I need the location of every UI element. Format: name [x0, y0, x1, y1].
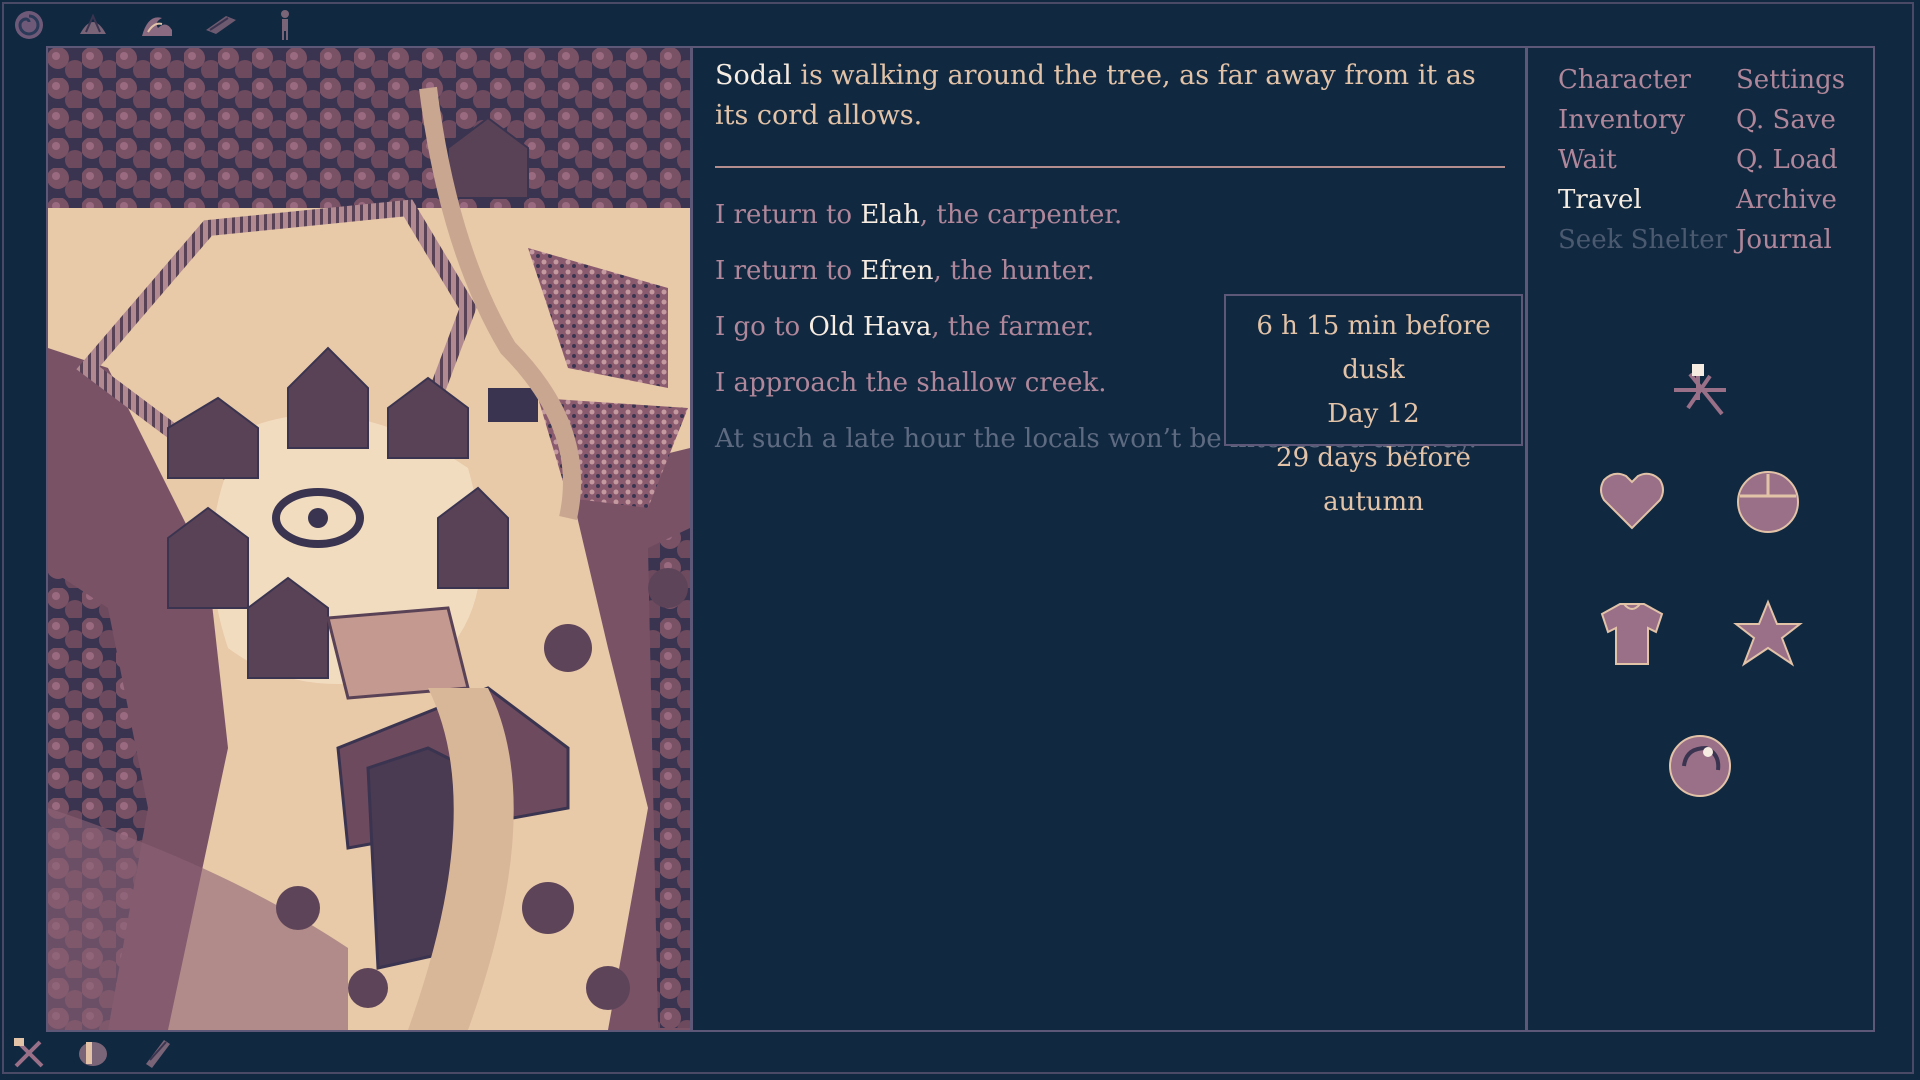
days-before-autumn: 29 days before autumn	[1276, 443, 1471, 517]
shell-icon[interactable]	[74, 6, 112, 44]
heart-icon[interactable]	[1594, 462, 1670, 538]
menu-character[interactable]: Character	[1558, 60, 1727, 100]
menu-wait[interactable]: Wait	[1558, 140, 1727, 180]
menu-quick-load[interactable]: Q. Load	[1736, 140, 1845, 180]
day-counter: Day 12	[1327, 399, 1420, 429]
panel-divider-left	[690, 48, 693, 1030]
bottom-icon-bar	[10, 1034, 176, 1072]
menu-journal[interactable]: Journal	[1736, 220, 1845, 260]
star-icon[interactable]	[1730, 596, 1806, 672]
menu-seek-shelter: Seek Shelter	[1558, 225, 1728, 255]
time-before-dusk: 6 h 15 min before dusk	[1256, 311, 1491, 385]
menu-travel[interactable]: Travel	[1558, 180, 1727, 220]
bandage-icon[interactable]	[138, 1034, 176, 1072]
spiral-icon[interactable]	[10, 6, 48, 44]
orb-icon[interactable]	[1662, 728, 1738, 804]
pouch-icon[interactable]	[74, 1034, 112, 1072]
menu-quick-save[interactable]: Q. Save	[1736, 100, 1845, 140]
time-tooltip: 6 h 15 min before dusk Day 12 29 days be…	[1224, 294, 1523, 517]
top-icon-bar	[10, 6, 304, 44]
shirt-icon[interactable]	[1594, 596, 1670, 672]
village-map-illustration	[48, 48, 690, 1030]
food-bowl-icon[interactable]	[1730, 462, 1806, 538]
compass-icon[interactable]	[1662, 352, 1738, 428]
narration-separator	[715, 166, 1505, 168]
plank-icon[interactable]	[202, 6, 240, 44]
figure-icon[interactable]	[266, 6, 304, 44]
menu-settings[interactable]: Settings	[1736, 60, 1845, 100]
choice-return-efren[interactable]: I return to Efren, the hunter.	[715, 254, 1505, 288]
choice-return-elah[interactable]: I return to Elah, the carpenter.	[715, 198, 1505, 232]
system-menu: Settings Q. Save Q. Load Archive Journal	[1736, 60, 1845, 260]
menu-archive[interactable]: Archive	[1736, 180, 1845, 220]
narration-subject: Sodal	[715, 60, 792, 91]
menu-inventory[interactable]: Inventory	[1558, 100, 1727, 140]
wave-icon[interactable]	[138, 6, 176, 44]
narration-text: Sodal is walking around the tree, as far…	[715, 56, 1505, 136]
panel-divider-right	[1525, 48, 1528, 1030]
crossed-tools-icon[interactable]	[10, 1034, 48, 1072]
action-menu: Character Inventory Wait Travel Seek She…	[1558, 60, 1727, 260]
narration-rest: is walking around the tree, as far away …	[715, 60, 1476, 131]
